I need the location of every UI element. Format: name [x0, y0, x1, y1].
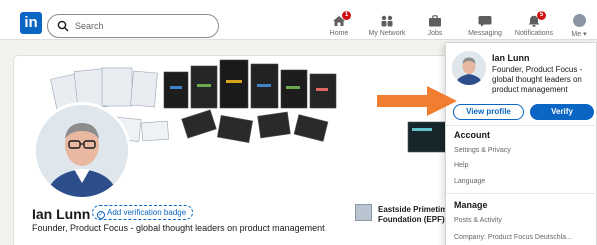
- avatar-icon: [572, 14, 586, 27]
- language-link[interactable]: Language: [454, 178, 485, 185]
- verified-shield-icon: ✓: [97, 211, 105, 219]
- bell-icon: 5: [527, 11, 546, 27]
- nav-label-notifications: Notifications: [514, 30, 554, 37]
- nav-label-jobs: Jobs: [427, 30, 443, 37]
- manage-section-title: Manage: [454, 200, 488, 210]
- search-bar[interactable]: [47, 14, 219, 38]
- person-photo-icon: [36, 105, 128, 197]
- search-input[interactable]: [75, 18, 210, 34]
- account-section-title: Account: [454, 130, 490, 140]
- nav-notifications[interactable]: 5 Notifications: [512, 11, 556, 38]
- notifications-badge: 5: [537, 11, 546, 20]
- organization-name-line2: Foundation (EPF): [378, 215, 445, 224]
- view-profile-button[interactable]: View profile: [453, 104, 524, 120]
- dropdown-headline: Founder, Product Focus - global thought …: [492, 65, 583, 94]
- nav-jobs[interactable]: Jobs: [420, 14, 450, 38]
- network-icon: [380, 14, 394, 27]
- nav-label-me: Me ▾: [571, 31, 587, 38]
- person-photo-icon: [452, 51, 486, 85]
- company-page-link[interactable]: Company: Product Focus Deutschla...: [454, 234, 572, 241]
- top-nav: in 1 Home My Network Jobs Messaging: [0, 0, 597, 40]
- verify-button[interactable]: Verify: [530, 104, 594, 120]
- nav-label-my-network: My Network: [368, 30, 406, 37]
- nav-label-home: Home: [329, 30, 349, 37]
- profile-headline: Founder, Product Focus - global thought …: [32, 223, 325, 233]
- profile-photo[interactable]: [33, 102, 131, 200]
- me-dropdown: Ian Lunn Founder, Product Focus - global…: [445, 42, 597, 245]
- messaging-icon: [478, 14, 492, 27]
- verify-badge-label: Add verification badge: [107, 208, 187, 217]
- profile-name: Ian Lunn: [32, 206, 91, 222]
- dropdown-name: Ian Lunn: [492, 53, 530, 63]
- help-link[interactable]: Help: [454, 162, 468, 169]
- nav-label-messaging: Messaging: [468, 30, 502, 37]
- search-icon: [57, 20, 69, 32]
- organization-logo[interactable]: [355, 204, 372, 221]
- organization-name-line1: Eastside Primetim: [378, 205, 448, 214]
- orange-arrow-icon: [377, 86, 457, 116]
- profile-card: Ian Lunn ✓ Add verification badge Founder…: [13, 55, 483, 245]
- nav-my-network[interactable]: My Network: [364, 14, 410, 38]
- add-verification-badge-button[interactable]: ✓ Add verification badge: [92, 205, 194, 220]
- home-badge: 1: [342, 11, 351, 20]
- nav-messaging[interactable]: Messaging: [465, 14, 505, 38]
- nav-me[interactable]: Me ▾: [566, 14, 592, 38]
- briefcase-icon: [428, 14, 442, 27]
- dropdown-divider: [446, 193, 597, 194]
- dropdown-avatar: [452, 51, 486, 85]
- dropdown-divider: [446, 125, 597, 126]
- linkedin-logo[interactable]: in: [20, 12, 42, 34]
- nav-home[interactable]: 1 Home: [324, 11, 354, 38]
- home-icon: 1: [332, 11, 351, 26]
- posts-activity-link[interactable]: Posts & Activity: [454, 217, 502, 224]
- settings-privacy-link[interactable]: Settings & Privacy: [454, 147, 511, 154]
